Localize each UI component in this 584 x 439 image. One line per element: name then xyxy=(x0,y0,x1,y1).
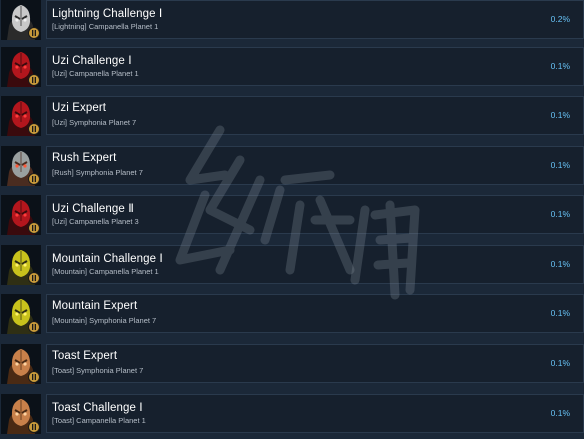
achievement-row[interactable]: Mountain Challenge Ⅰ [Mountain] Campanel… xyxy=(0,245,584,286)
rank-badge-icon xyxy=(28,173,40,185)
rank-badge-icon xyxy=(28,222,40,234)
achievement-name: Mountain Expert xyxy=(52,300,138,312)
rank-badge-icon xyxy=(28,421,40,433)
achievement-description: [Mountain] Symphonia Planet 7 xyxy=(52,316,157,325)
achievement-row[interactable]: Toast Challenge Ⅰ [Toast] Campanella Pla… xyxy=(0,394,584,435)
unlock-percentage: 0.1% xyxy=(550,110,570,120)
unlock-percentage: 0.1% xyxy=(550,209,570,219)
achievement-row[interactable]: Toast Expert [Toast] Symphonia Planet 7 … xyxy=(0,344,584,385)
achievement-row[interactable]: Uzi Expert [Uzi] Symphonia Planet 7 0.1% xyxy=(0,96,584,137)
achievement-description: [Uzi] Symphonia Planet 7 xyxy=(52,118,137,127)
unlock-percentage: 0.2% xyxy=(550,14,570,24)
achievement-name: Uzi Expert xyxy=(52,102,107,114)
achievement-icon xyxy=(1,195,41,235)
achievement-name: Toast Expert xyxy=(52,350,118,362)
achievement-icon xyxy=(1,344,41,384)
achievement-name: Mountain Challenge Ⅰ xyxy=(52,253,163,265)
achievement-name: Toast Challenge Ⅰ xyxy=(52,402,143,414)
achievement-icon xyxy=(1,96,41,136)
rank-badge-icon xyxy=(28,74,40,86)
unlock-percentage: 0.1% xyxy=(550,160,570,170)
rank-badge-icon xyxy=(28,272,40,284)
rank-badge-icon xyxy=(28,27,40,39)
achievement-name: Rush Expert xyxy=(52,152,117,164)
achievement-panel xyxy=(46,146,584,185)
achievement-description: [Mountain] Campanella Planet 1 xyxy=(52,267,159,276)
achievement-description: [Uzi] Campanella Planet 3 xyxy=(52,217,139,226)
achievement-description: [Toast] Campanella Planet 1 xyxy=(52,416,146,425)
unlock-percentage: 0.1% xyxy=(550,308,570,318)
unlock-percentage: 0.1% xyxy=(550,61,570,71)
achievement-description: [Rush] Symphonia Planet 7 xyxy=(52,168,143,177)
achievement-description: [Uzi] Campanella Planet 1 xyxy=(52,69,139,78)
achievement-name: Uzi Challenge Ⅰ xyxy=(52,55,132,67)
achievement-icon xyxy=(1,0,41,40)
achievement-icon xyxy=(1,245,41,285)
achievement-description: [Toast] Symphonia Planet 7 xyxy=(52,366,144,375)
achievement-name: Uzi Challenge Ⅱ xyxy=(52,203,134,215)
achievement-row[interactable]: Uzi Challenge Ⅱ [Uzi] Campanella Planet … xyxy=(0,195,584,236)
rank-badge-icon xyxy=(28,371,40,383)
achievement-panel xyxy=(46,344,584,383)
achievement-row[interactable]: Uzi Challenge Ⅰ [Uzi] Campanella Planet … xyxy=(0,47,584,88)
achievement-name: Lightning Challenge Ⅰ xyxy=(52,8,163,20)
achievement-panel xyxy=(46,96,584,135)
achievement-icon xyxy=(1,146,41,186)
achievement-icon xyxy=(1,294,41,334)
achievement-icon xyxy=(1,47,41,87)
achievement-row[interactable]: Mountain Expert [Mountain] Symphonia Pla… xyxy=(0,294,584,335)
achievement-row[interactable]: Lightning Challenge Ⅰ [Lightning] Campan… xyxy=(0,0,584,41)
unlock-percentage: 0.1% xyxy=(550,408,570,418)
unlock-percentage: 0.1% xyxy=(550,259,570,269)
achievement-description: [Lightning] Campanella Planet 1 xyxy=(52,22,159,31)
rank-badge-icon xyxy=(28,123,40,135)
rank-badge-icon xyxy=(28,321,40,333)
unlock-percentage: 0.1% xyxy=(550,358,570,368)
achievement-row[interactable]: Rush Expert [Rush] Symphonia Planet 7 0.… xyxy=(0,146,584,187)
achievement-icon xyxy=(1,394,41,434)
